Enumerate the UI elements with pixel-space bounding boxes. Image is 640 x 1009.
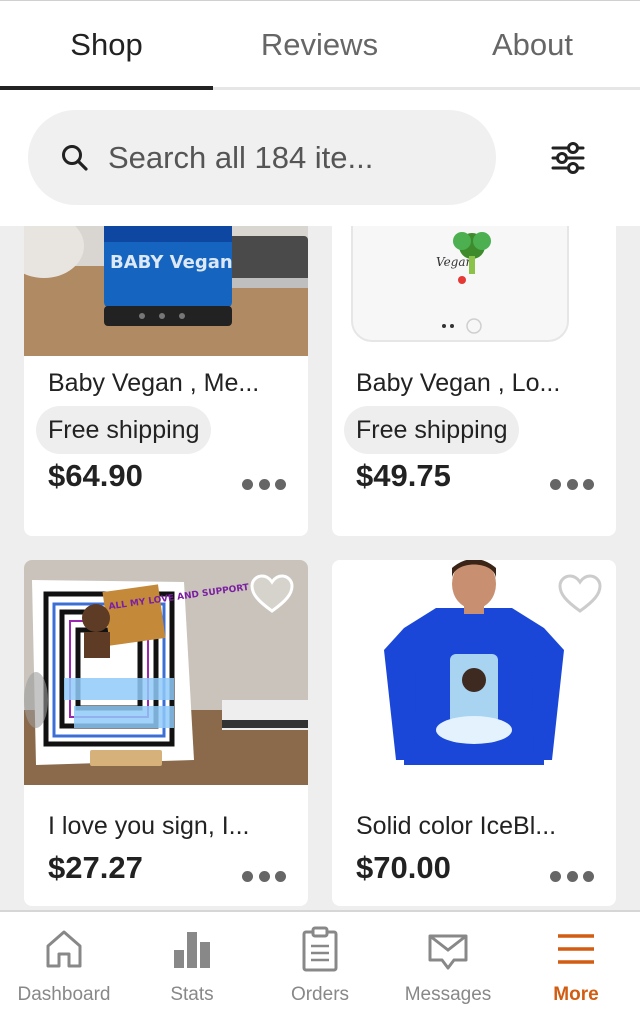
listing-image[interactable] bbox=[332, 560, 616, 785]
listing-image[interactable]: ALL MY LOVE AND SUPPORT bbox=[24, 560, 308, 785]
listing-price: $27.27 bbox=[48, 850, 143, 885]
menu-icon bbox=[558, 934, 594, 964]
listing-price: $49.75 bbox=[356, 458, 451, 493]
bar-chart-icon bbox=[174, 932, 210, 968]
nav-label: Stats bbox=[170, 984, 214, 1005]
listing-card[interactable]: Vegan Baby Vegan , Lo... Free shipping $… bbox=[332, 226, 616, 536]
nav-label: Orders bbox=[290, 984, 350, 1005]
heart-icon[interactable] bbox=[250, 574, 294, 614]
listings-grid: BABY Vegan Baby Vegan , Me... Free shipp… bbox=[0, 226, 640, 910]
tab-about[interactable]: About bbox=[426, 1, 639, 91]
free-shipping-badge: Free shipping bbox=[36, 406, 212, 454]
filter-sliders-icon bbox=[551, 142, 585, 174]
more-options-icon[interactable] bbox=[550, 474, 594, 494]
nav-dashboard[interactable]: Dashboard bbox=[0, 912, 128, 1009]
blue-speaker-photo: BABY Vegan bbox=[24, 226, 308, 356]
bottom-nav: Dashboard Stats Orders Messages More bbox=[0, 910, 640, 1009]
speaker-print-text: BABY Vegan bbox=[110, 252, 233, 273]
listing-image[interactable]: Vegan bbox=[332, 226, 616, 356]
nav-label: Dashboard bbox=[17, 984, 111, 1005]
envelope-icon bbox=[428, 934, 468, 970]
free-shipping-badge: Free shipping bbox=[344, 406, 520, 454]
more-options-icon[interactable] bbox=[550, 866, 594, 886]
nav-stats[interactable]: Stats bbox=[128, 912, 256, 1009]
listing-image[interactable]: BABY Vegan bbox=[24, 226, 308, 356]
more-options-icon[interactable] bbox=[242, 474, 286, 494]
tab-reviews[interactable]: Reviews bbox=[213, 1, 426, 91]
nav-messages[interactable]: Messages bbox=[384, 912, 512, 1009]
heart-icon[interactable] bbox=[558, 574, 602, 614]
listing-card[interactable]: Solid color IceBl... $70.00 bbox=[332, 560, 616, 906]
search-icon bbox=[62, 145, 88, 171]
listing-title[interactable]: I love you sign, I... bbox=[48, 812, 250, 841]
listing-title[interactable]: Solid color IceBl... bbox=[356, 812, 556, 841]
listing-card[interactable]: ALL MY LOVE AND SUPPORT I love you sign,… bbox=[24, 560, 308, 906]
listing-title[interactable]: Baby Vegan , Me... bbox=[48, 369, 259, 398]
house-icon bbox=[46, 930, 82, 968]
more-options-icon[interactable] bbox=[242, 866, 286, 886]
search-bar-area bbox=[0, 90, 640, 226]
search-box[interactable] bbox=[28, 110, 496, 205]
tab-shop[interactable]: Shop bbox=[0, 1, 213, 91]
nav-label: Messages bbox=[404, 984, 492, 1005]
nav-orders[interactable]: Orders bbox=[256, 912, 384, 1009]
listing-title[interactable]: Baby Vegan , Lo... bbox=[356, 369, 560, 398]
clipboard-icon bbox=[302, 926, 338, 972]
shop-tabs: Shop Reviews About bbox=[0, 0, 640, 91]
listing-card[interactable]: BABY Vegan Baby Vegan , Me... Free shipp… bbox=[24, 226, 308, 536]
nav-more[interactable]: More bbox=[512, 912, 640, 1009]
listing-price: $64.90 bbox=[48, 458, 143, 493]
search-input[interactable] bbox=[108, 135, 478, 181]
white-device-photo: Vegan bbox=[332, 226, 616, 356]
filter-button[interactable] bbox=[540, 130, 596, 186]
listing-price: $70.00 bbox=[356, 850, 451, 885]
nav-label: More bbox=[553, 984, 599, 1005]
